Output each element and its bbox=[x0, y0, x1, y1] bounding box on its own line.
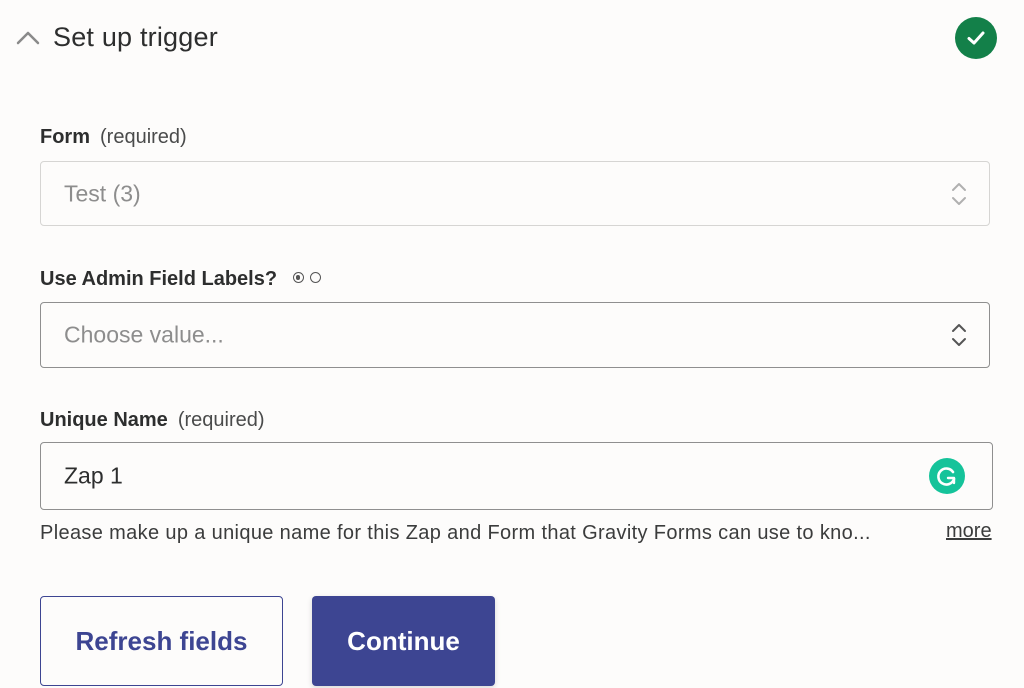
admin-labels-select[interactable]: Choose value... bbox=[40, 302, 990, 368]
more-link[interactable]: more bbox=[946, 520, 992, 543]
section-header[interactable]: Set up trigger bbox=[0, 0, 1024, 80]
admin-labels-label: Use Admin Field Labels? bbox=[40, 268, 321, 291]
required-note: (required) bbox=[177, 409, 265, 431]
chevron-up-icon[interactable] bbox=[14, 24, 42, 52]
unique-name-input[interactable]: Zap 1 bbox=[40, 442, 993, 510]
updown-chevron-icon bbox=[952, 324, 966, 346]
radio-option-unselected[interactable] bbox=[309, 272, 321, 283]
radio-group bbox=[292, 272, 321, 283]
grammarly-icon[interactable] bbox=[929, 458, 965, 494]
form-select-value: Test (3) bbox=[64, 180, 141, 206]
admin-labels-placeholder: Choose value... bbox=[64, 321, 224, 348]
form-label: Form (required) bbox=[40, 126, 187, 149]
radio-option-selected[interactable] bbox=[292, 272, 304, 283]
unique-name-value: Zap 1 bbox=[64, 462, 123, 489]
form-label-text: Form bbox=[40, 126, 90, 148]
help-text: Please make up a unique name for this Za… bbox=[40, 522, 871, 544]
refresh-fields-button[interactable]: Refresh fields bbox=[40, 596, 283, 686]
unique-name-label-text: Unique Name bbox=[40, 409, 168, 431]
unique-name-label: Unique Name (required) bbox=[40, 409, 265, 432]
required-note: (required) bbox=[100, 126, 187, 148]
admin-labels-label-text: Use Admin Field Labels? bbox=[40, 268, 278, 290]
check-circle-icon bbox=[955, 17, 997, 59]
continue-button[interactable]: Continue bbox=[312, 596, 495, 686]
updown-chevron-icon bbox=[952, 182, 966, 205]
form-select[interactable]: Test (3) bbox=[40, 161, 990, 226]
section-title: Set up trigger bbox=[53, 22, 218, 52]
